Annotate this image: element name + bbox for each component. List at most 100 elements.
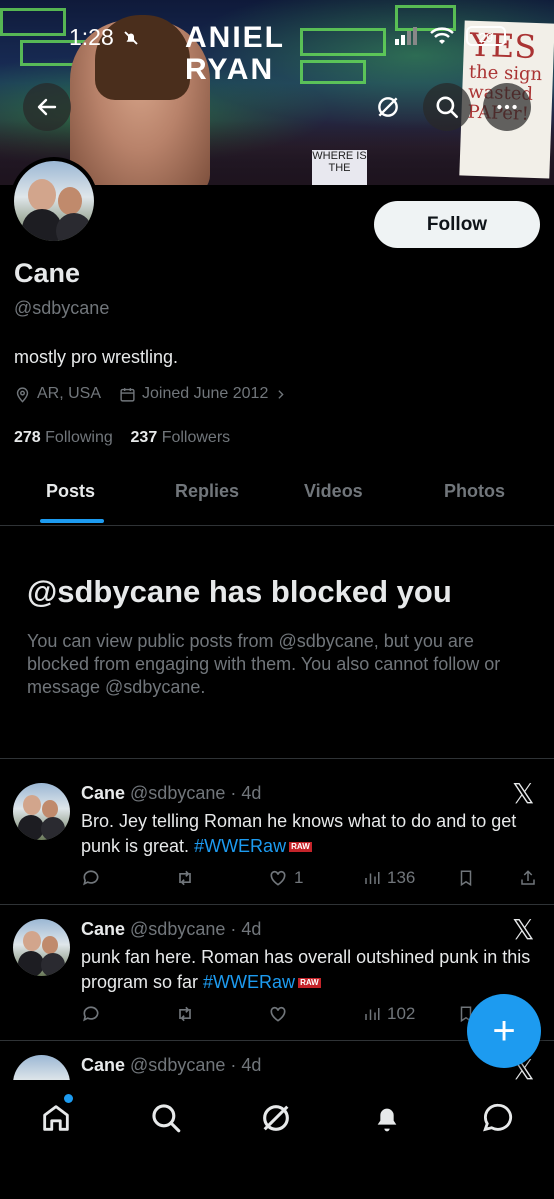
post-handle-time: @sdbycane · 4d bbox=[130, 919, 262, 939]
tab-posts[interactable]: Posts bbox=[46, 481, 95, 502]
calendar-icon bbox=[120, 387, 135, 402]
following-link[interactable]: 278 Following bbox=[14, 429, 113, 446]
post-actions: 1 136 bbox=[81, 868, 541, 892]
location-text: AR, USA bbox=[37, 385, 102, 402]
post-author-name: Cane bbox=[81, 1055, 126, 1075]
avatar-shirt-2 bbox=[41, 817, 65, 840]
arrow-left-icon bbox=[37, 98, 57, 116]
banner-led-panel bbox=[300, 28, 386, 56]
followers-link[interactable]: 237 Followers bbox=[131, 429, 231, 446]
divider bbox=[0, 758, 554, 759]
message-icon bbox=[483, 1103, 513, 1132]
avatar-face-2 bbox=[42, 936, 58, 954]
post-text: Bro. Jey telling Roman he knows what to … bbox=[81, 809, 541, 859]
heart-icon bbox=[270, 870, 286, 886]
raw-badge-icon: RAW bbox=[289, 842, 312, 853]
notification-dot bbox=[64, 1094, 73, 1103]
banner-rail-sign: WHERE IS THE bbox=[312, 150, 367, 185]
compose-post-button[interactable]: + bbox=[467, 994, 541, 1068]
nav-grok[interactable] bbox=[254, 1096, 298, 1140]
followers-label: Followers bbox=[161, 429, 231, 446]
post-avatar[interactable] bbox=[13, 783, 70, 840]
blocked-message: You can view public posts from @sdbycane… bbox=[27, 631, 501, 697]
post-header: Cane @sdbycane · 4d bbox=[81, 919, 261, 940]
reply-icon bbox=[83, 870, 99, 886]
nav-notifications[interactable] bbox=[365, 1096, 409, 1140]
reply-icon bbox=[83, 1006, 99, 1022]
nav-messages[interactable] bbox=[476, 1096, 520, 1140]
profile-joined[interactable]: Joined June 2012 bbox=[119, 385, 287, 403]
profile-meta: AR, USA Joined June 2012 bbox=[14, 385, 305, 403]
profile-avatar[interactable] bbox=[10, 157, 98, 245]
post-hashtag[interactable]: #WWERaw bbox=[203, 972, 295, 992]
like-count: 1 bbox=[294, 868, 304, 887]
analytics-icon bbox=[365, 872, 380, 884]
avatar-shirt-2 bbox=[56, 213, 92, 241]
nav-search[interactable] bbox=[144, 1096, 188, 1140]
tab-replies[interactable]: Replies bbox=[175, 481, 239, 502]
share-icon bbox=[521, 870, 535, 885]
location-pin-icon bbox=[16, 386, 29, 403]
search-icon bbox=[436, 96, 459, 119]
tab-videos[interactable]: Videos bbox=[304, 481, 363, 502]
status-time: 1:28 bbox=[69, 24, 140, 51]
share-button[interactable] bbox=[519, 868, 537, 888]
profile-name: Cane bbox=[14, 258, 81, 288]
signal-icon bbox=[395, 27, 417, 45]
more-options-button[interactable] bbox=[483, 83, 531, 131]
avatar-photo bbox=[14, 161, 94, 241]
bell-icon bbox=[377, 1108, 397, 1132]
bell-off-icon bbox=[124, 31, 138, 45]
follow-button[interactable]: Follow bbox=[374, 201, 540, 248]
tab-photos[interactable]: Photos bbox=[444, 481, 505, 502]
post-item[interactable]: Cane @sdbycane · 4d 𝕏 Bro. Jey telling R… bbox=[0, 777, 554, 903]
post-hashtag[interactable]: #WWERaw bbox=[194, 836, 286, 856]
like-button[interactable] bbox=[268, 1004, 288, 1024]
post-author-name: Cane bbox=[81, 783, 126, 803]
following-label: Following bbox=[45, 429, 113, 446]
bookmark-icon bbox=[460, 870, 472, 887]
x-logo-icon: 𝕏 bbox=[512, 913, 535, 946]
heart-icon bbox=[270, 1006, 286, 1022]
post-avatar[interactable] bbox=[13, 1055, 70, 1080]
status-time-text: 1:28 bbox=[69, 24, 114, 50]
avatar-face-2 bbox=[42, 800, 58, 818]
post-text: punk fan here. Roman has overall outshin… bbox=[81, 945, 541, 995]
battery-indicator: 29 bbox=[466, 26, 506, 46]
profile-bio: mostly pro wrestling. bbox=[14, 347, 179, 367]
banner-led-panel bbox=[300, 60, 366, 84]
reply-button[interactable] bbox=[81, 1004, 101, 1024]
bottom-navigation bbox=[0, 1080, 554, 1199]
analytics-icon bbox=[365, 1008, 380, 1020]
profile-tabs: Posts Replies Videos Photos bbox=[0, 465, 554, 526]
banner-led-panel bbox=[0, 8, 66, 36]
repost-icon bbox=[179, 1006, 191, 1022]
grok-icon bbox=[263, 1105, 289, 1131]
search-button[interactable] bbox=[423, 83, 471, 131]
ellipsis-icon bbox=[497, 104, 517, 110]
reply-button[interactable] bbox=[81, 868, 101, 888]
repost-icon bbox=[179, 870, 191, 886]
banner-name-text: ANIEL RYAN bbox=[185, 21, 285, 86]
bookmark-button[interactable] bbox=[457, 868, 475, 888]
profile-counts: 278 Following 237 Followers bbox=[14, 429, 230, 447]
grok-icon bbox=[378, 97, 398, 117]
back-button[interactable] bbox=[23, 83, 71, 131]
views-button[interactable]: 102 bbox=[363, 1004, 415, 1024]
post-item[interactable]: Cane @sdbycane · 4d 𝕏 bbox=[0, 1055, 554, 1080]
like-button[interactable]: 1 bbox=[268, 868, 303, 888]
post-avatar[interactable] bbox=[13, 919, 70, 976]
grok-button[interactable] bbox=[364, 83, 412, 131]
nav-home[interactable] bbox=[34, 1094, 78, 1140]
status-icons: 29 bbox=[394, 26, 506, 46]
view-count: 136 bbox=[387, 868, 416, 887]
joined-text: Joined June 2012 bbox=[142, 385, 269, 402]
avatar-shirt-2 bbox=[41, 953, 65, 976]
blocked-title: @sdbycane has blocked you bbox=[27, 574, 452, 609]
divider bbox=[0, 904, 554, 905]
repost-button[interactable] bbox=[174, 868, 196, 888]
repost-button[interactable] bbox=[174, 1004, 196, 1024]
views-button[interactable]: 136 bbox=[363, 868, 415, 888]
avatar-face-1 bbox=[28, 179, 56, 211]
post-header: Cane @sdbycane · 4d bbox=[81, 783, 261, 804]
